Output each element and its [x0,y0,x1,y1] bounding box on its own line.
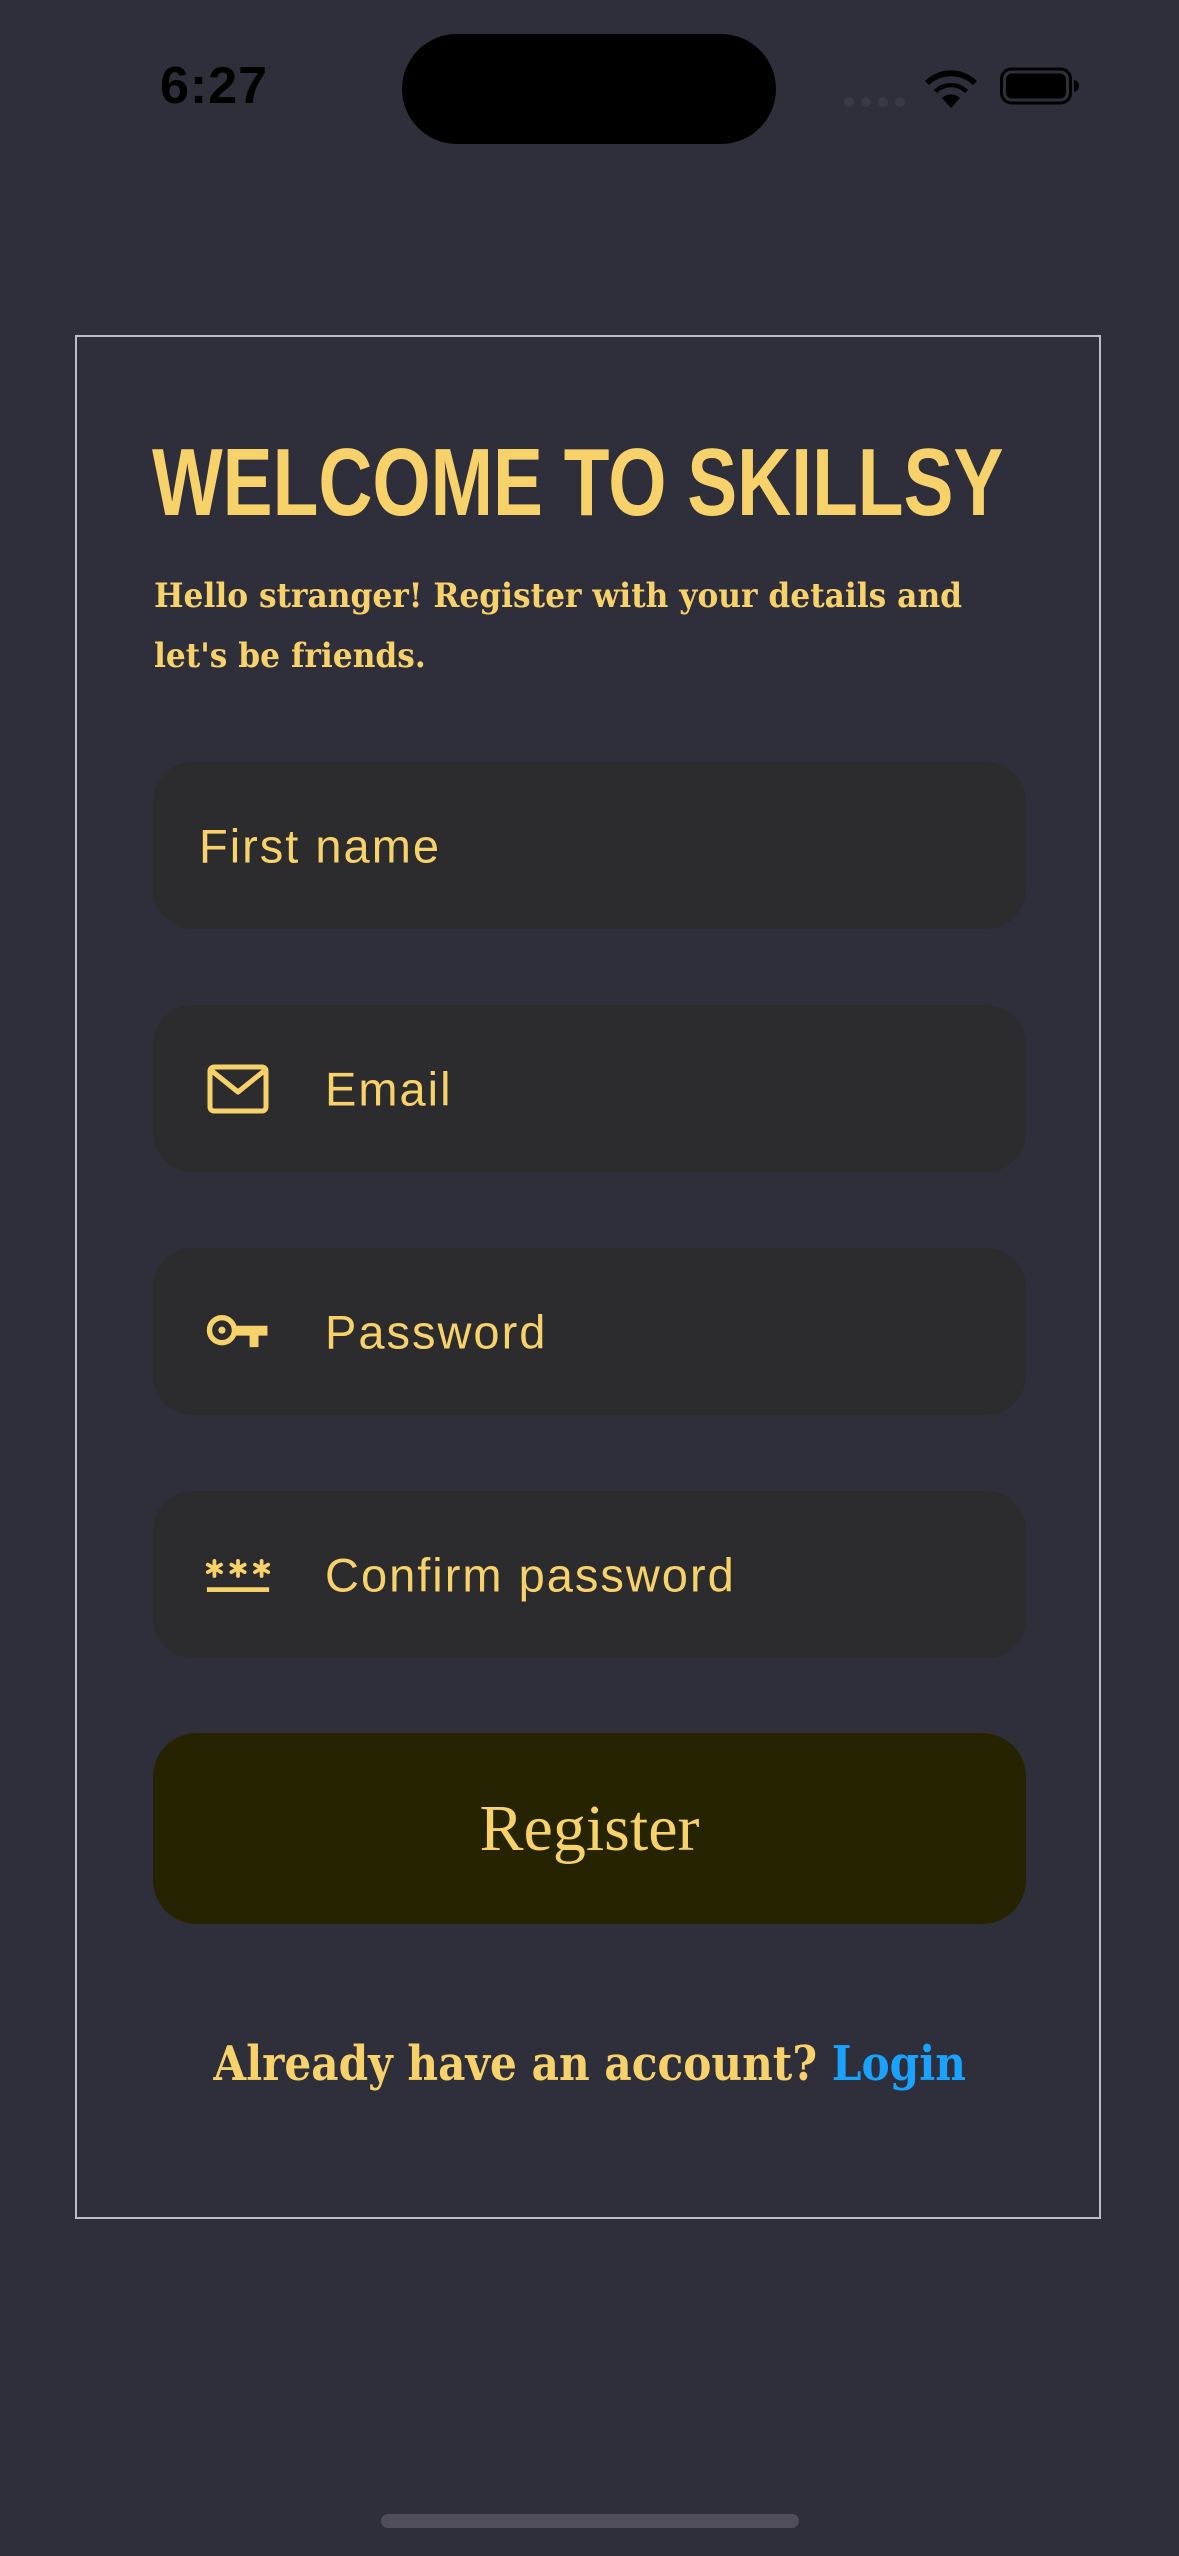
page-subtitle: Hello stranger! Register with your detai… [154,576,963,676]
status-time: 6:27 [160,57,269,115]
login-prompt-row: Already have an account? Login [0,2036,1179,2092]
password-placeholder: Password [325,1305,548,1358]
login-link[interactable]: Login [832,2036,966,2092]
battery-icon [1000,67,1079,105]
wifi-icon [925,70,977,108]
dynamic-island [402,34,776,144]
password-field[interactable]: Password [153,1248,1026,1415]
mail-icon [205,1056,271,1122]
login-prompt-text: Already have an account? [213,2036,817,2092]
key-icon [205,1299,271,1365]
first-name-field[interactable]: First name [153,762,1026,929]
home-indicator[interactable] [381,2514,799,2528]
email-placeholder: Email [325,1062,453,1115]
password-dots-icon [205,1542,271,1608]
confirm-password-field[interactable]: Confirm password [153,1491,1026,1658]
cellular-signal-icon [844,94,906,108]
confirm-password-placeholder: Confirm password [325,1548,736,1601]
page-title: WELCOME TO SKILLSY [152,429,1004,536]
email-field[interactable]: Email [153,1005,1026,1172]
register-button[interactable]: Register [153,1733,1026,1924]
first-name-placeholder: First name [199,819,441,872]
